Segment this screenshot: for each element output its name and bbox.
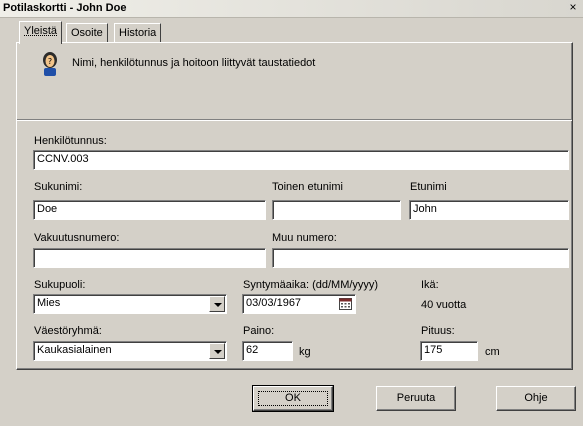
info-text: Nimi, henkilötunnus ja hoitoon liittyvät…	[72, 57, 316, 69]
muu-numero-label: Muu numero:	[272, 232, 337, 244]
sukunimi-label: Sukunimi:	[34, 181, 83, 193]
etunimi-label: Etunimi	[410, 181, 447, 193]
etunimi-field[interactable]: John	[409, 200, 569, 220]
chevron-down-icon[interactable]	[209, 343, 225, 359]
chevron-down-icon[interactable]	[209, 296, 225, 312]
syntymaaika-value: 03/03/1967	[246, 297, 302, 309]
sukupuoli-select[interactable]: Mies	[33, 294, 227, 314]
window-title: Potilaskortti - John Doe	[3, 2, 127, 14]
close-icon[interactable]: ×	[565, 1, 581, 16]
paino-field[interactable]: 62	[242, 341, 293, 361]
muu-numero-field[interactable]	[272, 248, 569, 268]
cancel-label: Peruuta	[396, 392, 436, 404]
tab-label: Osoite	[71, 27, 103, 39]
vakuutusnumero-field[interactable]	[33, 248, 266, 268]
vaestoryhma-select[interactable]: Kaukasialainen	[33, 341, 227, 361]
sukupuoli-value: Mies	[37, 297, 61, 309]
sukunimi-field[interactable]: Doe	[33, 200, 266, 220]
syntymaaika-field[interactable]: 03/03/1967	[242, 294, 356, 314]
vaestoryhma-label: Väestöryhmä:	[34, 325, 102, 337]
ika-value: 40 vuotta	[421, 299, 467, 311]
toinen-etunimi-label: Toinen etunimi	[272, 181, 343, 193]
help-label: Ohje	[524, 392, 548, 404]
vaestoryhma-value: Kaukasialainen	[37, 344, 112, 356]
paino-unit: kg	[299, 346, 311, 358]
tab-label: Yleistä	[24, 25, 58, 37]
ika-label: Ikä:	[421, 279, 439, 291]
syntymaaika-label: Syntymäaika: (dd/MM/yyyy)	[243, 279, 379, 291]
ok-button[interactable]: OK	[252, 385, 334, 412]
paino-label: Paino:	[243, 325, 275, 337]
tab-osoite[interactable]: Osoite	[66, 23, 108, 43]
title-bar: Potilaskortti - John Doe ×	[0, 0, 583, 18]
pituus-field[interactable]: 175	[420, 341, 478, 361]
pituus-label: Pituus:	[421, 325, 455, 337]
cancel-button[interactable]: Peruuta	[376, 386, 456, 411]
tab-historia[interactable]: Historia	[114, 23, 162, 43]
tab-label: Historia	[119, 27, 157, 39]
toinen-etunimi-field[interactable]	[272, 200, 401, 220]
henkilotunnus-field[interactable]: CCNV.003	[33, 150, 569, 170]
divider	[17, 119, 572, 121]
svg-text:?: ?	[48, 57, 52, 66]
pituus-unit: cm	[485, 346, 500, 358]
help-person-icon: ?	[43, 52, 57, 76]
henkilotunnus-label: Henkilötunnus:	[34, 135, 107, 147]
calendar-icon[interactable]	[339, 298, 352, 310]
vakuutusnumero-label: Vakuutusnumero:	[34, 232, 120, 244]
tab-yleista[interactable]: Yleistä	[19, 21, 63, 44]
help-button[interactable]: Ohje	[496, 386, 576, 411]
tab-panel: ? Nimi, henkilötunnus ja hoitoon liittyv…	[16, 42, 573, 370]
sukupuoli-label: Sukupuoli:	[34, 279, 86, 291]
